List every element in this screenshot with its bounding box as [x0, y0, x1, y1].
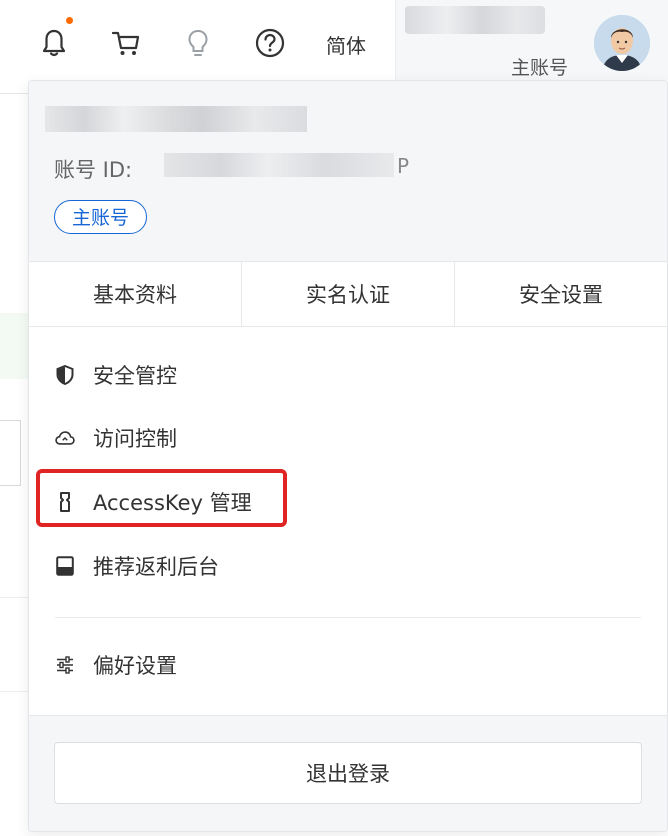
- account-id-tail: P: [397, 154, 410, 178]
- bulb-icon[interactable]: [182, 26, 214, 60]
- menu-item-referral-backend[interactable]: 推荐返利后台: [55, 546, 219, 586]
- cart-icon[interactable]: [110, 26, 142, 60]
- blurred-username: [45, 106, 307, 132]
- account-type-label: 主账号: [511, 57, 569, 79]
- menu-item-label: 推荐返利后台: [93, 555, 219, 579]
- shield-icon: [55, 365, 75, 385]
- account-type-badge: 主账号: [54, 200, 148, 234]
- card-icon: [55, 556, 75, 576]
- dropdown-footer: 退出登录: [29, 715, 667, 831]
- notification-dot: [66, 17, 73, 24]
- page-divider: [0, 93, 28, 94]
- account-summary: 账号 ID: P 主账号: [29, 81, 667, 261]
- account-tabs: 基本资料 实名认证 安全设置: [29, 261, 667, 327]
- menu-item-label: 访问控制: [93, 427, 177, 451]
- logout-button[interactable]: 退出登录: [54, 742, 642, 804]
- language-switch[interactable]: 简体: [326, 30, 366, 59]
- menu-item-preferences[interactable]: 偏好设置: [55, 645, 177, 685]
- tab-real-name-auth[interactable]: 实名认证: [241, 262, 454, 326]
- tab-security-settings[interactable]: 安全设置: [454, 262, 667, 326]
- bell-icon[interactable]: [38, 26, 70, 60]
- menu-item-label: 安全管控: [93, 364, 177, 388]
- page-background-strip: [0, 313, 28, 379]
- sliders-icon: [55, 655, 75, 675]
- blurred-account-id: [164, 153, 394, 177]
- help-icon[interactable]: [254, 26, 286, 60]
- avatar[interactable]: [594, 15, 650, 71]
- account-id-label: 账号 ID:: [54, 158, 133, 182]
- blurred-account-name: [405, 6, 545, 34]
- menu-item-access-control[interactable]: 访问控制: [55, 418, 177, 458]
- tab-basic-info[interactable]: 基本资料: [29, 262, 241, 326]
- highlight-box: [36, 469, 287, 527]
- page-divider: [0, 691, 28, 692]
- menu-item-security-control[interactable]: 安全管控: [55, 355, 177, 395]
- cloud-icon: [55, 428, 75, 448]
- menu-divider: [55, 617, 641, 618]
- page-divider: [0, 597, 28, 598]
- page-input-edge: [0, 420, 21, 486]
- account-dropdown: 账号 ID: P 主账号 基本资料 实名认证 安全设置 安全管控 访问控制 Ac…: [28, 80, 668, 832]
- menu-item-label: 偏好设置: [93, 654, 177, 678]
